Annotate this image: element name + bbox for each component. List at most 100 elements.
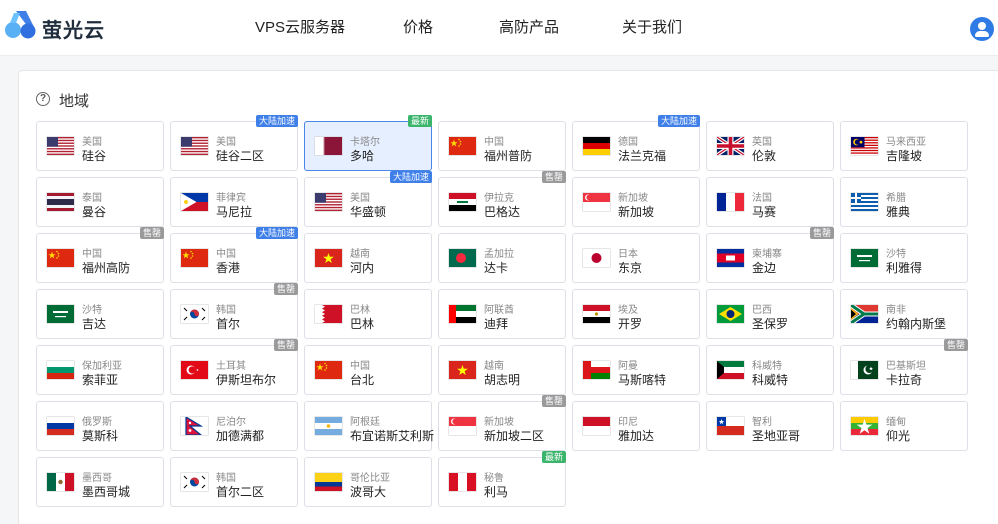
- region-card[interactable]: 阿根廷 布宜诺斯艾利斯: [304, 401, 435, 451]
- region-card[interactable]: 新加坡 新加坡: [572, 177, 700, 227]
- sold-out-badge: 售罄: [541, 171, 566, 183]
- region-city: 加德满都: [216, 429, 265, 443]
- nav-ddos-products[interactable]: 高防产品: [499, 16, 559, 37]
- region-city: 莫斯科: [82, 429, 119, 443]
- flag-sa-icon: [851, 249, 878, 267]
- region-country: 埃及: [618, 305, 638, 316]
- region-country: 巴西: [752, 305, 772, 316]
- region-card[interactable]: 巴林 巴林: [304, 289, 432, 339]
- flag-tr-icon: [181, 361, 208, 379]
- region-card[interactable]: 缅甸 仰光: [840, 401, 968, 451]
- flag-ph-icon: [181, 193, 208, 211]
- region-card[interactable]: 越南 胡志明: [438, 345, 566, 395]
- region-city: 布宜诺斯艾利斯: [350, 429, 435, 443]
- region-city: 卡拉奇: [886, 373, 923, 387]
- region-card[interactable]: 中国 福州普防: [438, 121, 566, 171]
- flag-sg-icon: [583, 193, 610, 211]
- flag-us-icon: [47, 137, 74, 155]
- flag-bg-icon: [47, 361, 74, 379]
- region-city: 雅加达: [618, 429, 655, 443]
- mainland-acceleration-badge: 大陆加速: [255, 115, 298, 127]
- region-card[interactable]: 法国 马赛: [706, 177, 834, 227]
- region-country: 中国: [484, 137, 504, 148]
- region-city: 利马: [484, 485, 509, 499]
- new-badge: 最新: [541, 451, 566, 463]
- region-card[interactable]: 卡塔尔 多哈 最新: [304, 115, 432, 171]
- region-city: 马赛: [752, 205, 777, 219]
- region-card[interactable]: 中国 香港 大陆加速: [170, 227, 298, 283]
- region-card[interactable]: 秘鲁 利马 最新: [438, 451, 566, 507]
- region-card[interactable]: 中国 台北: [304, 345, 432, 395]
- region-card[interactable]: 越南 河内: [304, 233, 432, 283]
- mainland-acceleration-badge: 大陆加速: [389, 171, 432, 183]
- brand-name[interactable]: 萤光云: [42, 14, 105, 43]
- region-country: 中国: [216, 249, 236, 260]
- region-card[interactable]: 埃及 开罗: [572, 289, 700, 339]
- nav-vps[interactable]: VPS云服务器: [255, 16, 345, 37]
- region-card[interactable]: 英国 伦敦: [706, 121, 834, 171]
- region-card[interactable]: 新加坡 新加坡二区 售罄: [438, 395, 566, 451]
- region-card[interactable]: 泰国 曼谷: [36, 177, 164, 227]
- flag-cn-icon: [181, 249, 208, 267]
- region-card[interactable]: 沙特 吉达: [36, 289, 164, 339]
- region-card[interactable]: 土耳其 伊斯坦布尔 售罄: [170, 339, 298, 395]
- section-title-region: 地域: [59, 93, 90, 110]
- region-card[interactable]: 马来西亚 吉隆坡: [840, 121, 968, 171]
- region-card[interactable]: 韩国 首尔二区: [170, 457, 298, 507]
- region-card[interactable]: 巴西 圣保罗: [706, 289, 834, 339]
- region-card[interactable]: 伊拉克 巴格达 售罄: [438, 171, 566, 227]
- flag-om-icon: [583, 361, 610, 379]
- flag-id-icon: [583, 417, 610, 435]
- region-card[interactable]: 保加利亚 索菲亚: [36, 345, 164, 395]
- region-card[interactable]: 巴基斯坦 卡拉奇 售罄: [840, 339, 968, 395]
- region-city: 波哥大: [350, 485, 387, 499]
- nav-pricing[interactable]: 价格: [403, 16, 433, 37]
- region-card[interactable]: 柬埔寨 金边 售罄: [706, 227, 834, 283]
- brand-logo-icon[interactable]: [4, 9, 38, 39]
- region-card[interactable]: 日本 东京: [572, 233, 700, 283]
- region-card[interactable]: 南非 约翰内斯堡: [840, 289, 968, 339]
- flag-ae-icon: [449, 305, 476, 323]
- region-card[interactable]: 阿联酋 迪拜: [438, 289, 566, 339]
- region-city: 香港: [216, 261, 241, 275]
- region-card[interactable]: 德国 法兰克福 大陆加速: [572, 115, 700, 171]
- help-icon[interactable]: ?: [36, 92, 50, 106]
- region-city: 法兰克福: [618, 149, 667, 163]
- region-card[interactable]: 希腊 雅典: [840, 177, 968, 227]
- region-country: 越南: [484, 361, 504, 372]
- region-country: 沙特: [82, 305, 102, 316]
- region-card[interactable]: 美国 硅谷二区 大陆加速: [170, 115, 298, 171]
- region-card[interactable]: 阿曼 马斯喀特: [572, 345, 700, 395]
- region-country: 印尼: [618, 417, 638, 428]
- flag-pe-icon: [449, 473, 476, 491]
- region-card[interactable]: 哥伦比亚 波哥大: [304, 457, 432, 507]
- flag-my-icon: [851, 137, 878, 155]
- region-city: 迪拜: [484, 317, 509, 331]
- region-card[interactable]: 美国 华盛顿 大陆加速: [304, 171, 432, 227]
- region-country: 巴林: [350, 305, 370, 316]
- region-card[interactable]: 科威特 科威特: [706, 345, 834, 395]
- region-card[interactable]: 韩国 首尔 售罄: [170, 283, 298, 339]
- region-country: 英国: [752, 137, 772, 148]
- flag-cl-icon: [717, 417, 744, 435]
- flag-kw-icon: [717, 361, 744, 379]
- region-city: 索菲亚: [82, 373, 119, 387]
- user-avatar-icon[interactable]: [970, 17, 994, 41]
- region-card[interactable]: 俄罗斯 莫斯科: [36, 401, 164, 451]
- nav-about[interactable]: 关于我们: [622, 16, 682, 37]
- region-card[interactable]: 孟加拉 达卡: [438, 233, 566, 283]
- region-country: 韩国: [216, 305, 236, 316]
- region-card[interactable]: 菲律宾 马尼拉: [170, 177, 298, 227]
- region-country: 美国: [350, 193, 370, 204]
- region-card[interactable]: 墨西哥 墨西哥城: [36, 457, 164, 507]
- region-city: 硅谷二区: [216, 149, 265, 163]
- region-card[interactable]: 智利 圣地亚哥: [706, 401, 834, 451]
- flag-bd-icon: [449, 249, 476, 267]
- region-country: 智利: [752, 417, 772, 428]
- region-city: 东京: [618, 261, 643, 275]
- region-card[interactable]: 印尼 雅加达: [572, 401, 700, 451]
- region-card[interactable]: 尼泊尔 加德满都: [170, 401, 298, 451]
- region-card[interactable]: 中国 福州高防 售罄: [36, 227, 164, 283]
- region-card[interactable]: 美国 硅谷: [36, 121, 164, 171]
- region-card[interactable]: 沙特 利雅得: [840, 233, 968, 283]
